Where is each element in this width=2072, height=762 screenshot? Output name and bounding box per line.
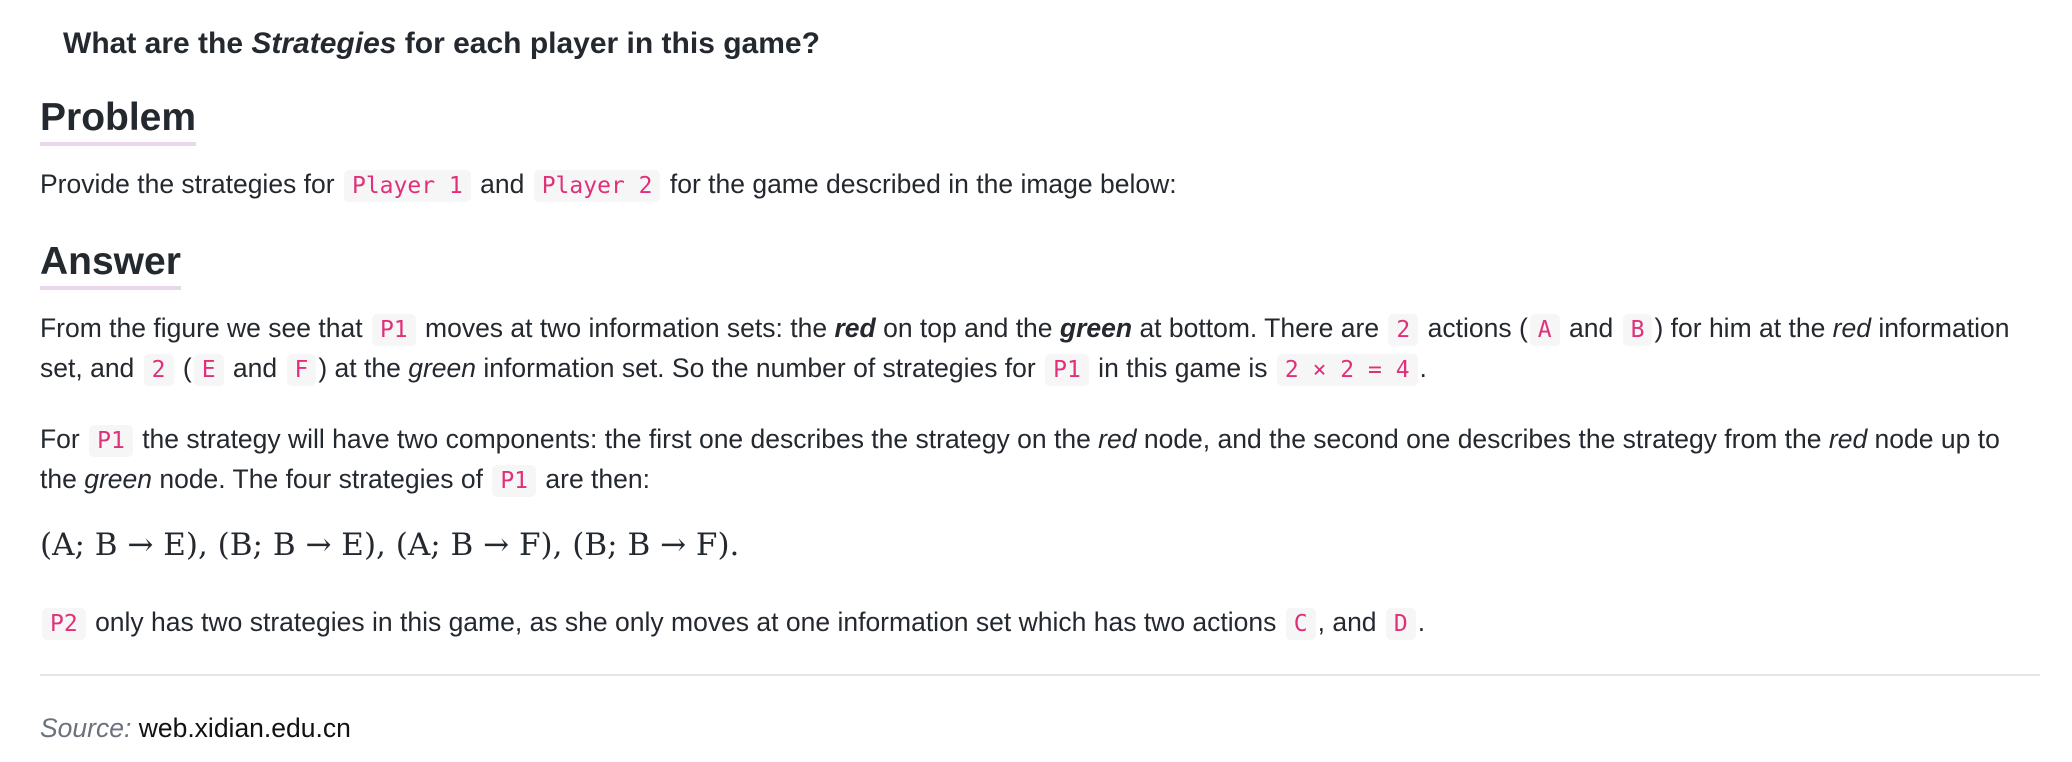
code-b: B bbox=[1622, 314, 1653, 346]
answer-paragraph-1-line-2: set, and 2 (E and F) at the green inform… bbox=[40, 348, 2042, 390]
code-f: F bbox=[286, 354, 317, 386]
italic-red: red bbox=[1832, 313, 1871, 343]
answer-paragraph-2-line-2: the green node. The four strategies of P… bbox=[40, 459, 2042, 501]
italic-red: red bbox=[1098, 424, 1137, 454]
italic-green: green bbox=[84, 464, 152, 494]
answer-paragraph-2-line-1: For P1 the strategy will have two compon… bbox=[40, 419, 2042, 461]
strategy-formula: (A; B → E), (B; B → E), (A; B → F), (B; … bbox=[40, 527, 740, 563]
code-d: D bbox=[1385, 608, 1416, 640]
source-value: web.xidian.edu.cn bbox=[138, 713, 351, 743]
source-label: Source: bbox=[40, 713, 132, 743]
question-title: What are the Strategies for each player … bbox=[63, 27, 820, 60]
code-p1: P1 bbox=[89, 425, 133, 457]
italic-red: red bbox=[1828, 424, 1868, 454]
code-p2: P2 bbox=[42, 608, 86, 640]
divider bbox=[40, 674, 2040, 676]
code-product: 2 × 2 = 4 bbox=[1276, 354, 1418, 386]
code-p1: P1 bbox=[371, 314, 416, 346]
italic-green: green bbox=[408, 353, 477, 383]
code-e: E bbox=[193, 354, 224, 386]
code-c: C bbox=[1285, 608, 1316, 640]
answer-paragraph-1-line-1: From the figure we see that P1 moves at … bbox=[40, 308, 2042, 350]
document-page: What are the Strategies for each player … bbox=[0, 0, 2072, 762]
emphasis-red: red bbox=[834, 313, 876, 343]
answer-paragraph-3: P2 only has two strategies in this game,… bbox=[40, 602, 2042, 644]
source-line: Source: web.xidian.edu.cn bbox=[40, 708, 351, 748]
answer-heading: Answer bbox=[40, 238, 181, 290]
problem-heading: Problem bbox=[40, 94, 197, 146]
emphasis-green: green bbox=[1059, 313, 1133, 343]
code-a: A bbox=[1529, 314, 1560, 346]
code-2: 2 bbox=[1388, 314, 1419, 346]
code-p1: P1 bbox=[1045, 354, 1089, 386]
question-emphasis: Strategies bbox=[251, 27, 397, 60]
code-player-2: Player 2 bbox=[533, 170, 661, 202]
code-player-1: Player 1 bbox=[343, 170, 471, 202]
code-2: 2 bbox=[143, 354, 174, 386]
problem-paragraph: Provide the strategies for Player 1 and … bbox=[40, 164, 2042, 206]
code-p1: P1 bbox=[492, 465, 537, 497]
